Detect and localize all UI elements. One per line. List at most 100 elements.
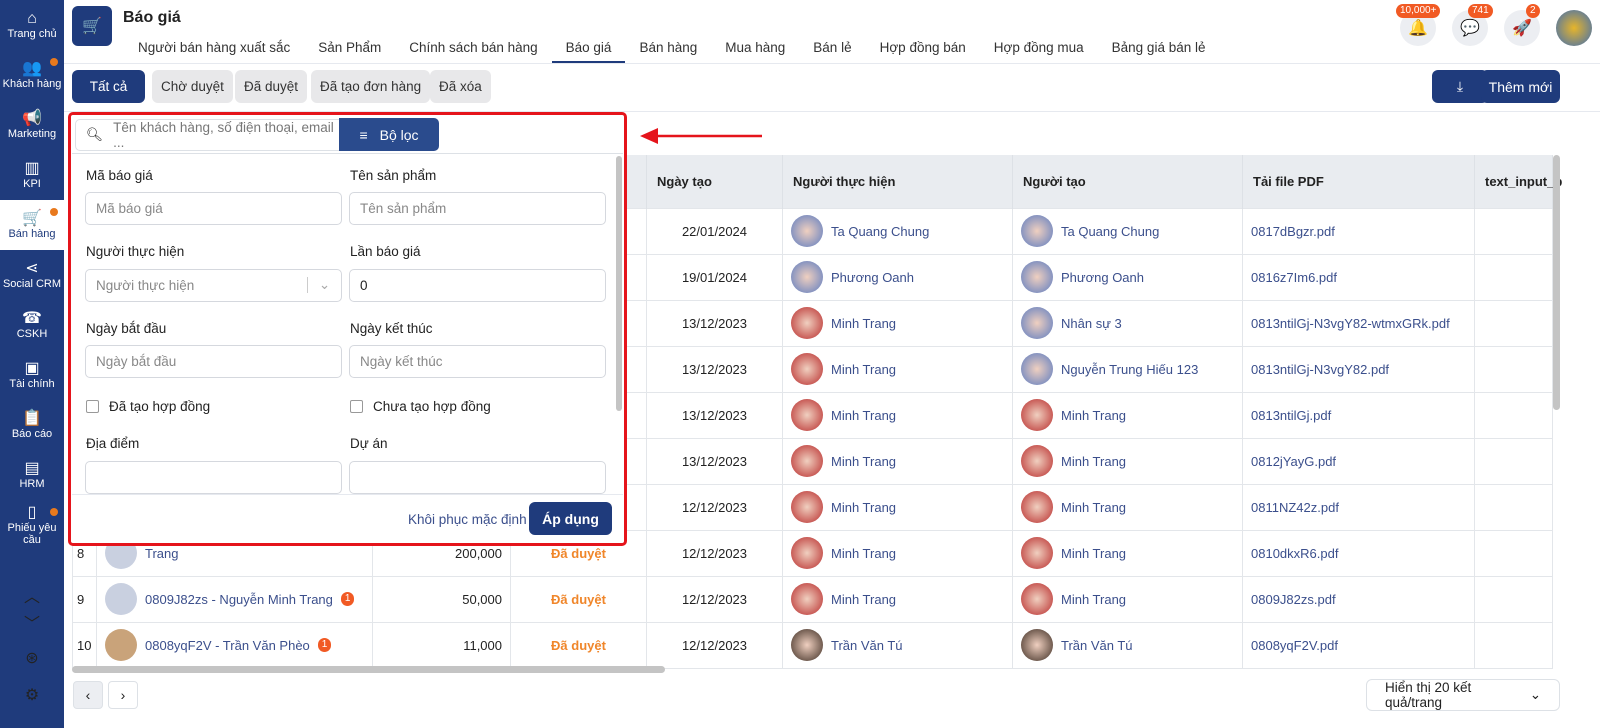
chevron-down-icon[interactable]: ﹀ [0, 610, 64, 634]
rocket-button[interactable]: 🚀 2 [1504, 4, 1540, 46]
notifications-button[interactable]: 🔔 10,000+ [1396, 4, 1441, 46]
performer[interactable]: Trần Văn Tú [791, 629, 1004, 661]
tab-2[interactable]: Chính sách bán hàng [395, 38, 551, 63]
creator-name[interactable]: Minh Trang [1061, 408, 1126, 423]
support-icon[interactable]: ⊛ [0, 648, 64, 668]
tab-7[interactable]: Hợp đồng bán [866, 38, 980, 63]
tab-9[interactable]: Bảng giá bán lẻ [1098, 38, 1220, 63]
sidebar-item-5[interactable]: ⋖ Social CRM [0, 250, 64, 300]
performer[interactable]: Minh Trang [791, 491, 1004, 523]
performer[interactable]: Phương Oanh [791, 261, 1004, 293]
performer[interactable]: Minh Trang [791, 399, 1004, 431]
pdf-link[interactable]: 0813ntilGj-N3vgY82-wtmxGRk.pdf [1251, 316, 1450, 331]
performer-name[interactable]: Minh Trang [831, 546, 896, 561]
sidebar-item-9[interactable]: ▤ HRM [0, 450, 64, 500]
gear-icon[interactable]: ⚙ [0, 685, 64, 705]
customer[interactable]: 0808yqF2V - Trần Văn Phèo 1 [105, 629, 364, 661]
download-button[interactable]: ⤓ [1432, 70, 1488, 103]
creator-name[interactable]: Minh Trang [1061, 592, 1126, 607]
pdf-link[interactable]: 0817dBgzr.pdf [1251, 224, 1335, 239]
pdf-link[interactable]: 0812jYayG.pdf [1251, 454, 1336, 469]
tab-1[interactable]: Sản Phẩm [304, 38, 395, 63]
filter-button[interactable]: ≡ Bộ lọc [339, 118, 439, 151]
pdf-link[interactable]: 0808yqF2V.pdf [1251, 638, 1338, 653]
creator-name[interactable]: Ta Quang Chung [1061, 224, 1159, 239]
filter-tab-2[interactable]: Đã duyệt [235, 70, 308, 103]
location-input[interactable] [85, 461, 342, 494]
performer-name[interactable]: Minh Trang [831, 592, 896, 607]
performer-name[interactable]: Minh Trang [831, 500, 896, 515]
table-horizontal-scrollbar[interactable] [72, 666, 665, 673]
performer-name[interactable]: Trần Văn Tú [831, 638, 903, 653]
pdf-link[interactable]: 0813ntilGj.pdf [1251, 408, 1331, 423]
customer-name[interactable]: Trang [145, 546, 178, 561]
table-vertical-scrollbar[interactable] [1553, 155, 1560, 410]
creator-name[interactable]: Minh Trang [1061, 546, 1126, 561]
performer-name[interactable]: Minh Trang [831, 362, 896, 377]
quote-code-input[interactable]: Mã báo giá [85, 192, 342, 225]
project-input[interactable] [349, 461, 606, 494]
creator[interactable]: Trần Văn Tú [1021, 629, 1234, 661]
filter-tab-4[interactable]: Đã xóa [430, 70, 491, 103]
tab-3[interactable]: Báo giá [551, 38, 626, 63]
tab-4[interactable]: Bán hàng [625, 38, 711, 63]
add-new-button[interactable]: Thêm mới [1481, 70, 1560, 103]
creator[interactable]: Ta Quang Chung [1021, 215, 1234, 247]
filter-tab-1[interactable]: Chờ duyệt [152, 70, 233, 103]
tab-6[interactable]: Bán lẻ [799, 38, 865, 63]
sidebar-item-1[interactable]: 👥 Khách hàng [0, 50, 64, 100]
performer-name[interactable]: Ta Quang Chung [831, 224, 929, 239]
start-date-input[interactable]: Ngày bắt đầu [85, 345, 342, 378]
performer-name[interactable]: Minh Trang [831, 408, 896, 423]
creator-name[interactable]: Phương Oanh [1061, 270, 1144, 285]
performer-name[interactable]: Minh Trang [831, 316, 896, 331]
creator-name[interactable]: Minh Trang [1061, 454, 1126, 469]
creator[interactable]: Minh Trang [1021, 583, 1234, 615]
performer[interactable]: Minh Trang [791, 537, 1004, 569]
messages-button[interactable]: 💬 741 [1452, 4, 1493, 46]
pdf-link[interactable]: 0809J82zs.pdf [1251, 592, 1336, 607]
pdf-link[interactable]: 0810dkxR6.pdf [1251, 546, 1338, 561]
pdf-link[interactable]: 0813ntilGj-N3vgY82.pdf [1251, 362, 1389, 377]
filter-tab-0[interactable]: Tất cả [72, 70, 145, 103]
has-contract-checkbox[interactable]: Đã tạo hợp đồng [86, 399, 210, 414]
filter-tab-3[interactable]: Đã tạo đơn hàng [311, 70, 431, 103]
no-contract-checkbox[interactable]: Chưa tạo hợp đồng [350, 399, 491, 414]
tab-0[interactable]: Người bán hàng xuất sắc [124, 38, 304, 63]
pdf-link[interactable]: 0811NZ42z.pdf [1251, 500, 1339, 515]
performer[interactable]: Minh Trang [791, 307, 1004, 339]
creator[interactable]: Nhân sự 3 [1021, 307, 1234, 339]
creator-name[interactable]: Minh Trang [1061, 500, 1126, 515]
sidebar-item-0[interactable]: ⌂ Trang chủ [0, 0, 64, 50]
performer[interactable]: Minh Trang [791, 445, 1004, 477]
panel-scrollbar[interactable] [616, 156, 622, 411]
performer-name[interactable]: Minh Trang [831, 454, 896, 469]
creator-name[interactable]: Nhân sự 3 [1061, 316, 1122, 331]
page-size-select[interactable]: Hiển thị 20 kết quả/trang ⌄ [1366, 679, 1560, 711]
customer[interactable]: 0809J82zs - Nguyễn Minh Trang 1 [105, 583, 364, 615]
sidebar-item-7[interactable]: ▣ Tài chính [0, 350, 64, 400]
times-input[interactable]: 0 [349, 269, 606, 302]
sidebar-item-2[interactable]: 📢 Marketing [0, 100, 64, 150]
performer[interactable]: Minh Trang [791, 583, 1004, 615]
sidebar-item-10[interactable]: ▯ Phiếu yêu cầu [0, 500, 64, 550]
sidebar-item-6[interactable]: ☎ CSKH [0, 300, 64, 350]
prev-page-button[interactable]: ‹ [73, 681, 103, 709]
creator[interactable]: Minh Trang [1021, 491, 1234, 523]
sidebar-item-8[interactable]: 📋 Báo cáo [0, 400, 64, 450]
performer-name[interactable]: Phương Oanh [831, 270, 914, 285]
sidebar-item-4[interactable]: 🛒 Bán hàng [0, 200, 64, 250]
creator[interactable]: Phương Oanh [1021, 261, 1234, 293]
creator-name[interactable]: Trần Văn Tú [1061, 638, 1133, 653]
creator[interactable]: Nguyễn Trung Hiếu 123 [1021, 353, 1234, 385]
creator[interactable]: Minh Trang [1021, 399, 1234, 431]
product-input[interactable]: Tên sản phẩm [349, 192, 606, 225]
performer-select[interactable]: Người thực hiện ⌄ [85, 269, 342, 302]
creator[interactable]: Minh Trang [1021, 537, 1234, 569]
apply-button[interactable]: Áp dụng [529, 502, 612, 535]
performer[interactable]: Minh Trang [791, 353, 1004, 385]
sidebar-item-3[interactable]: ▥ KPI [0, 150, 64, 200]
performer[interactable]: Ta Quang Chung [791, 215, 1004, 247]
creator[interactable]: Minh Trang [1021, 445, 1234, 477]
search-input[interactable]: 🔍︎ Tên khách hàng, số điện thoại, email .… [75, 119, 340, 151]
